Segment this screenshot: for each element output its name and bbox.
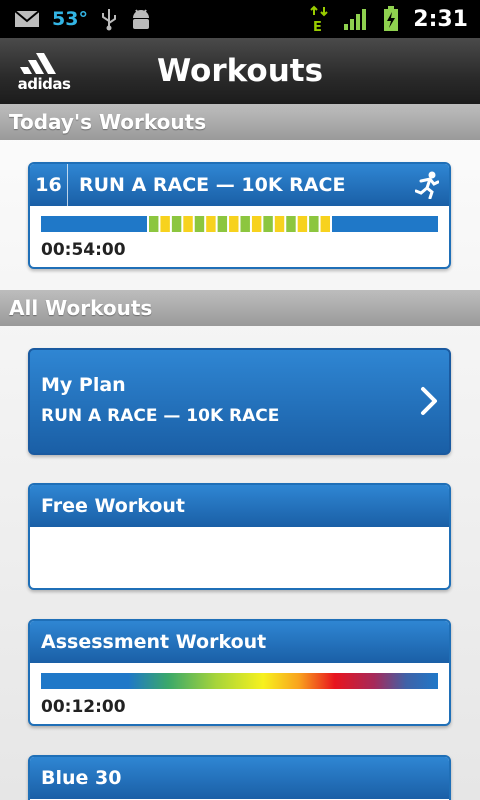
title-bar: adidas Workouts <box>0 38 480 104</box>
assessment-workout-header: Assessment Workout <box>30 621 449 663</box>
section-header-today: Today's Workouts <box>0 104 480 140</box>
day-number: 16 <box>30 164 68 206</box>
zone-segment-green <box>309 216 319 232</box>
android-debug-icon <box>130 7 152 31</box>
chevron-right-icon <box>419 386 439 420</box>
zone-segment-yellow <box>320 216 330 232</box>
zone-segment-yellow <box>297 216 308 232</box>
my-plan-subtitle: RUN A RACE — 10K RACE <box>41 406 280 426</box>
my-plan-title: My Plan <box>41 374 126 396</box>
blue30-workout-header: Blue 30 <box>30 757 449 799</box>
zone-segment-blue <box>41 216 147 232</box>
signal-strength-icon <box>343 7 369 31</box>
free-workout-card[interactable]: Free Workout <box>28 483 451 590</box>
clock: 2:31 <box>413 6 468 32</box>
today-workout-name: RUN A RACE — 10K RACE <box>79 174 346 196</box>
intensity-zone-bar <box>41 216 438 232</box>
blue30-workout-card[interactable]: Blue 30 <box>28 755 451 800</box>
zone-segment-yellow <box>206 216 216 232</box>
zone-segment-yellow <box>160 216 170 232</box>
today-workout-header: 16 RUN A RACE — 10K RACE <box>30 164 449 206</box>
runner-icon <box>414 171 440 204</box>
battery-charging-icon <box>383 6 399 32</box>
zone-segment-green <box>263 216 273 232</box>
zone-segment-green <box>149 216 159 232</box>
section-header-all: All Workouts <box>0 290 480 326</box>
temperature-indicator: 53° <box>52 8 88 30</box>
today-workout-card[interactable]: 16 RUN A RACE — 10K RACE 00:54:00 <box>28 162 451 269</box>
assessment-workout-duration: 00:12:00 <box>41 697 126 717</box>
gmail-icon <box>14 9 40 29</box>
zone-segment-green <box>217 216 228 232</box>
blue30-workout-title: Blue 30 <box>41 767 122 789</box>
data-network-icon: E <box>309 5 329 33</box>
zone-segment-yellow <box>183 216 193 232</box>
zone-segment-green <box>194 216 205 232</box>
usb-icon <box>100 7 118 31</box>
svg-text:E: E <box>313 20 322 33</box>
assessment-intensity-bar <box>41 673 438 689</box>
zone-segment-yellow <box>274 216 285 232</box>
zone-bar-graphic <box>41 216 438 232</box>
status-bar: 53° E 2:31 <box>0 0 480 38</box>
zone-segment-green <box>286 216 296 232</box>
zone-segment-green <box>171 216 182 232</box>
zone-segment-yellow <box>251 216 262 232</box>
assessment-workout-card[interactable]: Assessment Workout 00:12:00 <box>28 619 451 726</box>
my-plan-card[interactable]: My Plan RUN A RACE — 10K RACE <box>28 348 451 455</box>
zone-segment-green <box>240 216 250 232</box>
free-workout-header: Free Workout <box>30 485 449 527</box>
zone-segment-blue <box>332 216 438 232</box>
zone-segment-yellow <box>229 216 239 232</box>
today-workout-duration: 00:54:00 <box>41 240 126 260</box>
free-workout-title: Free Workout <box>41 495 186 517</box>
page-title: Workouts <box>156 53 324 89</box>
assessment-workout-title: Assessment Workout <box>41 631 267 653</box>
